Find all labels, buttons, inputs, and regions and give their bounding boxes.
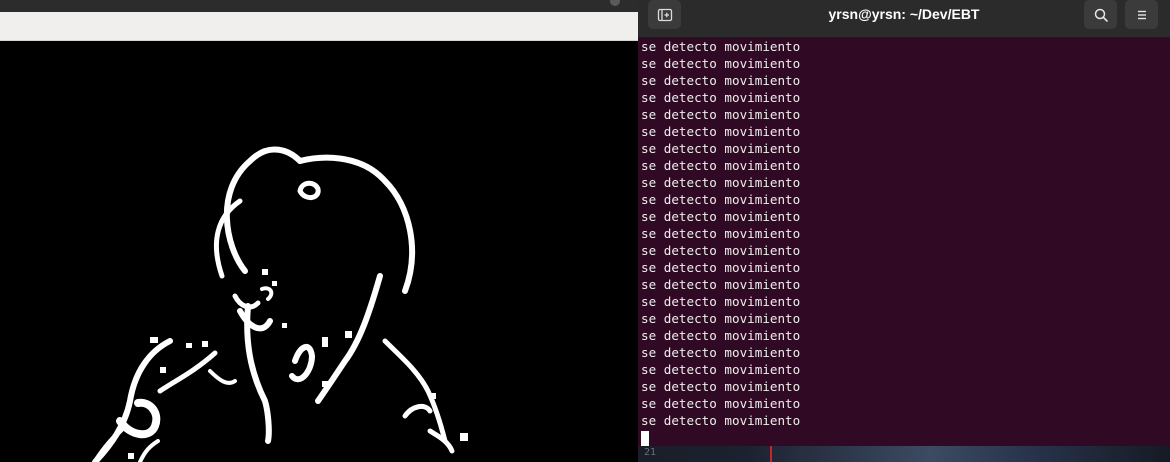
terminal-output-line: se detecto movimiento bbox=[641, 90, 801, 105]
edge-detection-frame bbox=[0, 41, 640, 462]
terminal-output-line: se detecto movimiento bbox=[641, 277, 801, 292]
terminal-output-line: se detecto movimiento bbox=[641, 328, 801, 343]
terminal-output[interactable]: se detecto movimiento se detecto movimien… bbox=[641, 38, 1170, 448]
terminal-output-line: se detecto movimiento bbox=[641, 226, 801, 241]
terminal-output-line: se detecto movimiento bbox=[641, 209, 801, 224]
terminal-output-line: se detecto movimiento bbox=[641, 362, 801, 377]
terminal-output-line: se detecto movimiento bbox=[641, 379, 801, 394]
new-tab-button[interactable] bbox=[648, 0, 681, 29]
search-button[interactable] bbox=[1084, 0, 1117, 29]
text-cursor bbox=[641, 431, 649, 446]
background-window-peek: 21 bbox=[638, 446, 1170, 462]
terminal-output-line: se detecto movimiento bbox=[641, 345, 801, 360]
search-icon bbox=[1094, 8, 1108, 22]
terminal-output-line: se detecto movimiento bbox=[641, 396, 801, 411]
terminal-output-line: se detecto movimiento bbox=[641, 294, 801, 309]
background-window-marker bbox=[770, 446, 772, 462]
terminal-output-line: se detecto movimiento bbox=[641, 413, 801, 428]
new-tab-icon bbox=[657, 8, 672, 21]
terminal-prompt-line[interactable] bbox=[641, 429, 1170, 446]
edge-outline-figure bbox=[92, 146, 468, 462]
hamburger-menu-icon bbox=[1137, 10, 1146, 19]
terminal-output-line: se detecto movimiento bbox=[641, 158, 801, 173]
terminal-output-line: se detecto movimiento bbox=[641, 243, 801, 258]
terminal-window[interactable]: yrsn@yrsn: ~/Dev/EBT se detecto movimien… bbox=[638, 0, 1170, 462]
video-window-titlebar[interactable] bbox=[0, 0, 640, 12]
terminal-header-bar[interactable]: yrsn@yrsn: ~/Dev/EBT bbox=[638, 0, 1170, 38]
terminal-output-line: se detecto movimiento bbox=[641, 39, 801, 54]
terminal-output-line: se detecto movimiento bbox=[641, 141, 801, 156]
background-window-text: 21 bbox=[644, 447, 657, 458]
terminal-output-line: se detecto movimiento bbox=[641, 56, 801, 71]
terminal-output-line: se detecto movimiento bbox=[641, 260, 801, 275]
terminal-output-line: se detecto movimiento bbox=[641, 73, 801, 88]
terminal-output-line: se detecto movimiento bbox=[641, 175, 801, 190]
window-control-icon[interactable] bbox=[610, 0, 620, 6]
terminal-output-line: se detecto movimiento bbox=[641, 192, 801, 207]
terminal-output-line: se detecto movimiento bbox=[641, 124, 801, 139]
video-window bbox=[0, 0, 640, 462]
terminal-output-line: se detecto movimiento bbox=[641, 107, 801, 122]
terminal-output-line: se detecto movimiento bbox=[641, 311, 801, 326]
menu-button[interactable] bbox=[1125, 0, 1158, 29]
video-window-toolbar bbox=[0, 12, 640, 41]
